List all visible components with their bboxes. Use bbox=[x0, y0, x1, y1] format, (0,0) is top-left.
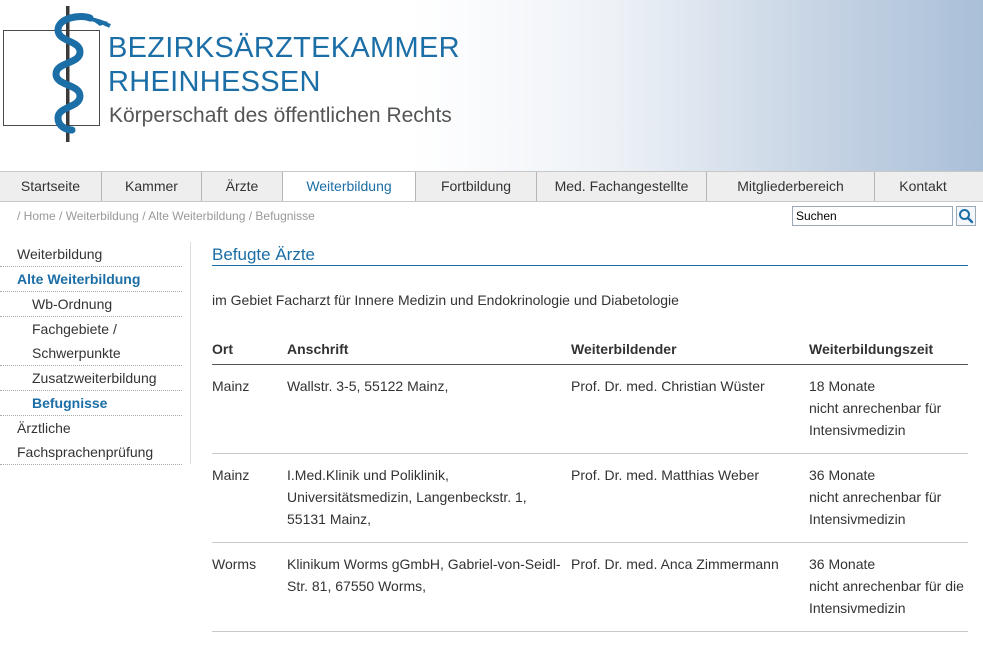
cell-ort: Mainz bbox=[212, 364, 287, 454]
column-header-anschrift: Anschrift bbox=[287, 333, 571, 365]
main-content: Befugte Ärzte im Gebiet Facharzt für Inn… bbox=[212, 244, 968, 632]
befugte-aerzte-table: Ort Anschrift Weiterbildender Weiterbild… bbox=[212, 333, 968, 632]
breadcrumb-weiterbildung[interactable]: / Weiterbildung bbox=[59, 209, 139, 223]
zeit-line: Intensivmedizin bbox=[809, 422, 906, 438]
cell-ort: Worms bbox=[212, 542, 287, 632]
zeit-line: 36 Monate bbox=[809, 556, 876, 572]
anschrift-line: Universitätsmedizin, Langenbeckstr. 1, bbox=[287, 489, 527, 505]
anschrift-line: 55131 Mainz, bbox=[287, 511, 372, 527]
nav-fortbildung[interactable]: Fortbildung bbox=[416, 172, 537, 201]
zeit-line: Intensivmedizin bbox=[809, 511, 906, 527]
column-header-weiterbildender: Weiterbildender bbox=[571, 333, 809, 365]
table-row: Mainz I.Med.Klinik und Poliklinik, Unive… bbox=[212, 453, 968, 543]
nav-mitgliederbereich[interactable]: Mitgliederbereich bbox=[707, 172, 875, 201]
sidebar-item-schwerpunkte[interactable]: Schwerpunkte bbox=[0, 341, 182, 366]
cell-anschrift: I.Med.Klinik und Poliklinik, Universität… bbox=[287, 453, 571, 543]
breadcrumb-befugnisse: / Befugnisse bbox=[248, 209, 315, 223]
column-header-weiterbildungszeit: Weiterbildungszeit bbox=[809, 333, 968, 365]
cell-weiterbildungszeit: 36 Monate nicht anrechenbar für Intensiv… bbox=[809, 453, 968, 543]
zeit-line: nicht anrechenbar für bbox=[809, 489, 942, 505]
cell-weiterbildungszeit: 36 Monate nicht anrechenbar für die Inte… bbox=[809, 542, 968, 632]
zeit-line: nicht anrechenbar für die bbox=[809, 578, 964, 594]
intro-text: im Gebiet Facharzt für Innere Medizin un… bbox=[212, 292, 679, 308]
anschrift-line: Str. 81, 67550 Worms, bbox=[287, 578, 427, 594]
zeit-line: Intensivmedizin bbox=[809, 600, 906, 616]
sidebar-item-befugnisse[interactable]: Befugnisse bbox=[0, 391, 182, 416]
site-header: BEZIRKSÄRZTEKAMMER RHEINHESSEN Körpersch… bbox=[0, 0, 983, 171]
search-icon bbox=[959, 209, 974, 224]
sidebar-item-wb-ordnung[interactable]: Wb-Ordnung bbox=[0, 292, 182, 317]
breadcrumb-home[interactable]: / Home bbox=[17, 209, 56, 223]
zeit-line: nicht anrechenbar für bbox=[809, 400, 942, 416]
cell-weiterbildender: Prof. Dr. med. Christian Wüster bbox=[571, 364, 809, 454]
anschrift-line: I.Med.Klinik und Poliklinik, bbox=[287, 467, 449, 483]
cell-weiterbildender: Prof. Dr. med. Matthias Weber bbox=[571, 453, 809, 543]
sidebar-divider bbox=[190, 242, 191, 464]
cell-ort: Mainz bbox=[212, 453, 287, 543]
brand-subtitle: Körperschaft des öffentlichen Rechts bbox=[109, 104, 452, 127]
table-row: Worms Klinikum Worms gGmbH, Gabriel-von-… bbox=[212, 542, 968, 632]
cell-anschrift: Wallstr. 3-5, 55122 Mainz, bbox=[287, 364, 571, 454]
nav-kontakt[interactable]: Kontakt bbox=[875, 172, 971, 201]
sidebar-item-fachsprachenpruefung[interactable]: Fachsprachenprüfung bbox=[0, 440, 182, 465]
brand-title-line2[interactable]: RHEINHESSEN bbox=[108, 67, 321, 97]
zeit-line: 18 Monate bbox=[809, 378, 876, 394]
brand-title-line1[interactable]: BEZIRKSÄRZTEKAMMER bbox=[108, 33, 460, 63]
sidebar-item-aerztliche[interactable]: Ärztliche bbox=[0, 416, 182, 440]
sidebar-item-zusatzweiterbildung[interactable]: Zusatzweiterbildung bbox=[0, 366, 182, 391]
anschrift-line: Klinikum Worms gGmbH, Gabriel-von-Seidl- bbox=[287, 556, 561, 572]
column-header-ort: Ort bbox=[212, 333, 287, 365]
cell-weiterbildungszeit: 18 Monate nicht anrechenbar für Intensiv… bbox=[809, 364, 968, 454]
table-row: Mainz Wallstr. 3-5, 55122 Mainz, Prof. D… bbox=[212, 364, 968, 454]
sidebar-item-fachgebiete[interactable]: Fachgebiete / bbox=[0, 317, 182, 341]
nav-kammer[interactable]: Kammer bbox=[102, 172, 202, 201]
sidebar-item-weiterbildung[interactable]: Weiterbildung bbox=[0, 242, 182, 267]
anschrift-line: Wallstr. 3-5, 55122 Mainz, bbox=[287, 378, 449, 394]
nav-weiterbildung[interactable]: Weiterbildung bbox=[283, 172, 416, 201]
sidebar: Weiterbildung Alte Weiterbildung Wb-Ordn… bbox=[0, 242, 191, 465]
zeit-line: 36 Monate bbox=[809, 467, 876, 483]
search-button[interactable] bbox=[956, 206, 976, 226]
nav-startseite[interactable]: Startseite bbox=[0, 172, 102, 201]
cell-anschrift: Klinikum Worms gGmbH, Gabriel-von-Seidl-… bbox=[287, 542, 571, 632]
sidebar-item-alte-weiterbildung[interactable]: Alte Weiterbildung bbox=[0, 267, 182, 292]
cell-weiterbildender: Prof. Dr. med. Anca Zimmermann bbox=[571, 542, 809, 632]
search-input[interactable] bbox=[792, 206, 953, 226]
table-header-row: Ort Anschrift Weiterbildender Weiterbild… bbox=[212, 333, 968, 365]
nav-aerzte[interactable]: Ärzte bbox=[202, 172, 283, 201]
main-navigation: Startseite Kammer Ärzte Weiterbildung Fo… bbox=[0, 171, 983, 202]
breadcrumb-alte-weiterbildung[interactable]: / Alte Weiterbildung bbox=[142, 209, 245, 223]
breadcrumb: / Home / Weiterbildung / Alte Weiterbild… bbox=[17, 209, 315, 223]
page-title: Befugte Ärzte bbox=[212, 244, 968, 266]
nav-med-fachangestellte[interactable]: Med. Fachangestellte bbox=[537, 172, 707, 201]
